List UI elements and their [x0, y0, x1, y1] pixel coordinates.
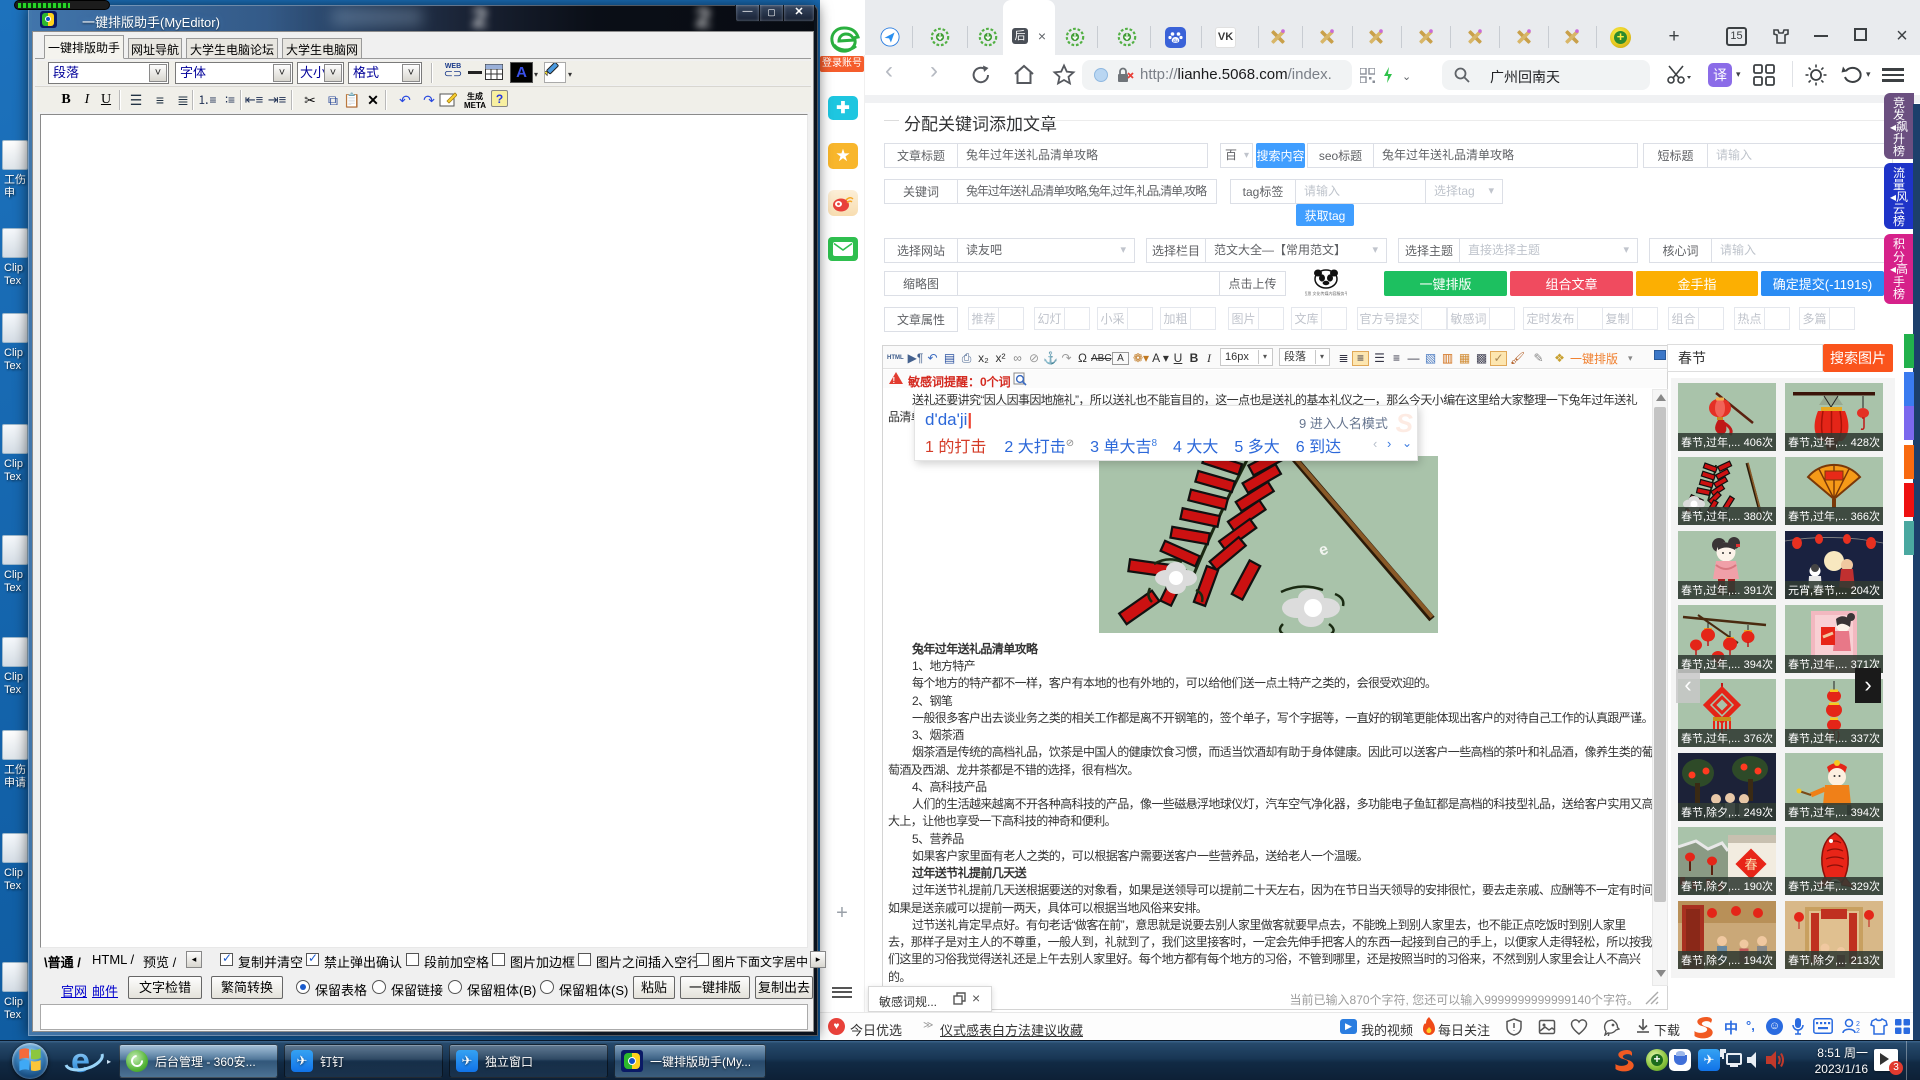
svg-text:英迈思 文化传媒内容服务平台: 英迈思 文化传媒内容服务平台 [1305, 290, 1347, 296]
svg-text:春: 春 [1744, 857, 1757, 872]
svg-text:e: e [71, 1043, 90, 1079]
svg-text:2: 2 [1856, 1021, 1860, 1028]
svg-text:du: du [1173, 38, 1179, 43]
svg-text:2: 2 [1856, 1028, 1860, 1035]
